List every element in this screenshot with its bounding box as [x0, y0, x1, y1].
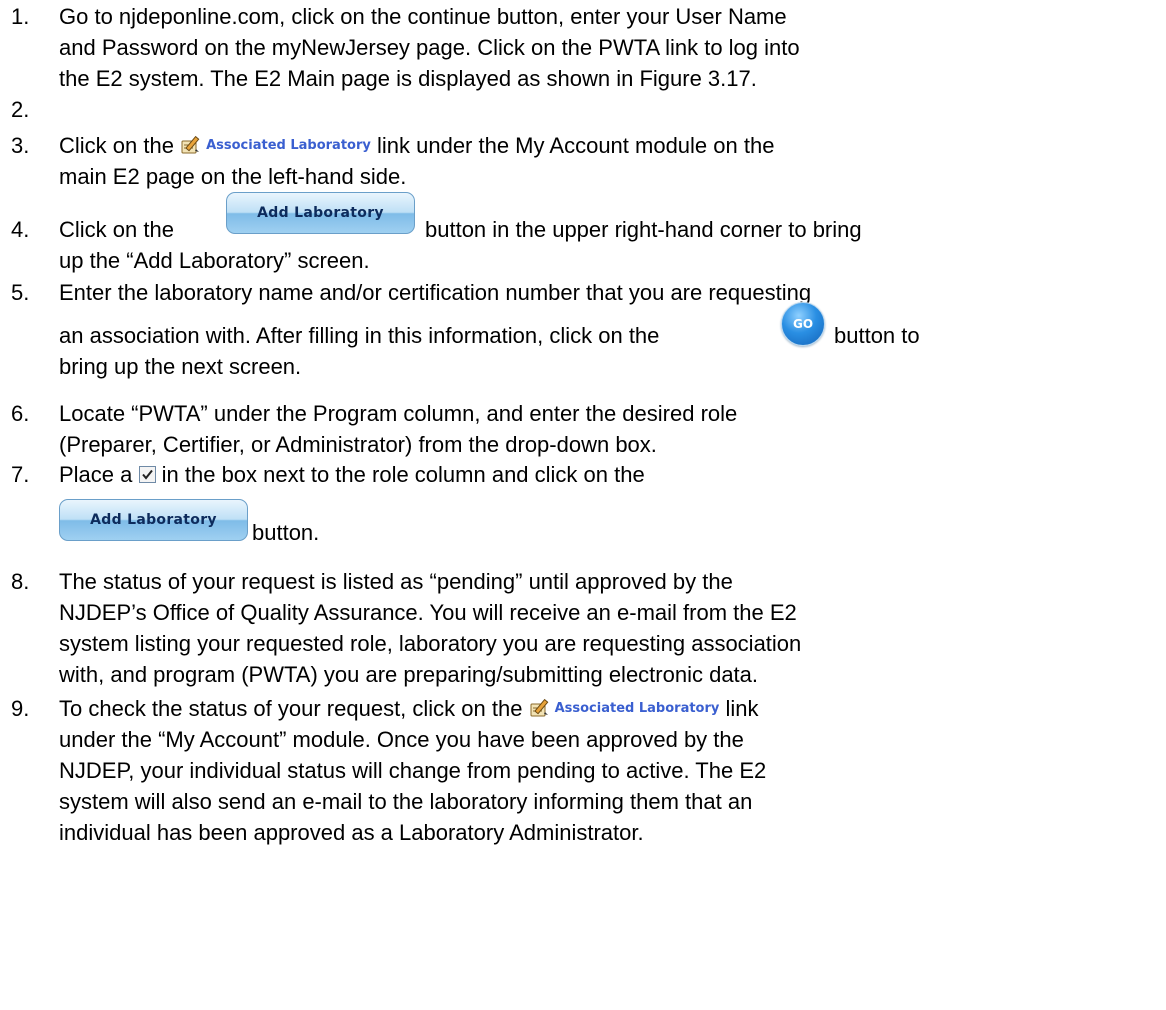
step-line: individual has been approved as a Labora… — [59, 820, 644, 845]
go-button-label: GO — [792, 316, 814, 331]
step-line: up the “Add Laboratory” screen. — [59, 248, 370, 273]
step-text-before: To check the status of your request, cli… — [59, 696, 523, 721]
go-button[interactable]: GO — [781, 302, 825, 346]
add-laboratory-button[interactable]: Add Laboratory — [226, 192, 415, 234]
step-number: 7. — [11, 462, 30, 487]
step-line: (Preparer, Certifier, or Administrator) … — [59, 432, 657, 457]
step-line: Go to njdeponline.com, click on the cont… — [59, 4, 787, 29]
step-text-before: Click on the — [59, 133, 174, 158]
associated-laboratory-link-2[interactable]: Associated Laboratory — [529, 693, 720, 724]
add-laboratory-button-label: Add Laboratory — [257, 204, 384, 221]
step-number: 3. — [11, 133, 30, 158]
step-line: NJDEP, your individual status will chang… — [59, 758, 767, 783]
step-text-after: button in the upper right-hand corner to… — [425, 217, 862, 242]
step-line: bring up the next screen. — [59, 354, 302, 379]
step-number: 6. — [11, 401, 30, 426]
step-line: Locate “PWTA” under the Program column, … — [59, 401, 738, 426]
step-text: Click on the Associated Laboratory link … — [59, 130, 1154, 192]
step-line: and Password on the myNewJersey page. Cl… — [59, 35, 800, 60]
check-mark-icon — [141, 469, 153, 480]
step-text: The status of your request is listed as … — [59, 566, 1154, 690]
step-text: Place a in the box next to the role colu… — [59, 459, 1154, 545]
step-text-before: Click on the — [59, 217, 174, 242]
step-number: 1. — [11, 4, 30, 29]
step-line: system will also send an e-mail to the l… — [59, 789, 753, 814]
step-text: Click on the Add Laboratory button in th… — [59, 192, 1154, 276]
step-text-before: an association with. After filling in th… — [59, 323, 660, 348]
step-number: 8. — [11, 569, 30, 594]
step-line: main E2 page on the left-hand side. — [59, 164, 407, 189]
step-line: system listing your requested role, labo… — [59, 631, 802, 656]
associated-laboratory-label: Associated Laboratory — [554, 700, 720, 716]
step-line: with, and program (PWTA) you are prepari… — [59, 662, 759, 687]
step-number: 5. — [11, 280, 30, 305]
pencil-notepad-icon — [530, 699, 548, 717]
step-line: NJDEP’s Office of Quality Assurance. You… — [59, 600, 797, 625]
add-laboratory-button-2[interactable]: Add Laboratory — [59, 499, 248, 541]
step-number: 2. — [11, 97, 30, 122]
step-number: 4. — [11, 217, 30, 242]
checked-checkbox-icon — [138, 465, 156, 483]
step-text: Go to njdeponline.com, click on the cont… — [59, 1, 1154, 94]
step-line: Enter the laboratory name and/or certifi… — [59, 280, 812, 305]
step-text-after: button. — [252, 520, 320, 545]
step-text-after: in the box next to the role column and c… — [161, 462, 645, 487]
step-text-after: link under the My Account module on the — [376, 133, 775, 158]
step-line: The status of your request is listed as … — [59, 569, 733, 594]
step-number: 9. — [11, 696, 30, 721]
step-text-before: Place a — [59, 462, 133, 487]
step-text: Locate “PWTA” under the Program column, … — [59, 398, 1154, 460]
step-text: To check the status of your request, cli… — [59, 693, 1154, 848]
pencil-notepad-icon — [181, 136, 200, 154]
step-line: under the “My Account” module. Once you … — [59, 727, 744, 752]
associated-laboratory-label: Associated Laboratory — [206, 137, 371, 153]
step-text: Enter the laboratory name and/or certifi… — [59, 277, 1154, 382]
step-text-after: link — [725, 696, 759, 721]
add-laboratory-button-label: Add Laboratory — [90, 511, 217, 528]
associated-laboratory-link[interactable]: Associated Laboratory — [180, 130, 371, 161]
step-text-after: button to — [834, 323, 920, 348]
step-line: the E2 system. The E2 Main page is displ… — [59, 66, 757, 91]
